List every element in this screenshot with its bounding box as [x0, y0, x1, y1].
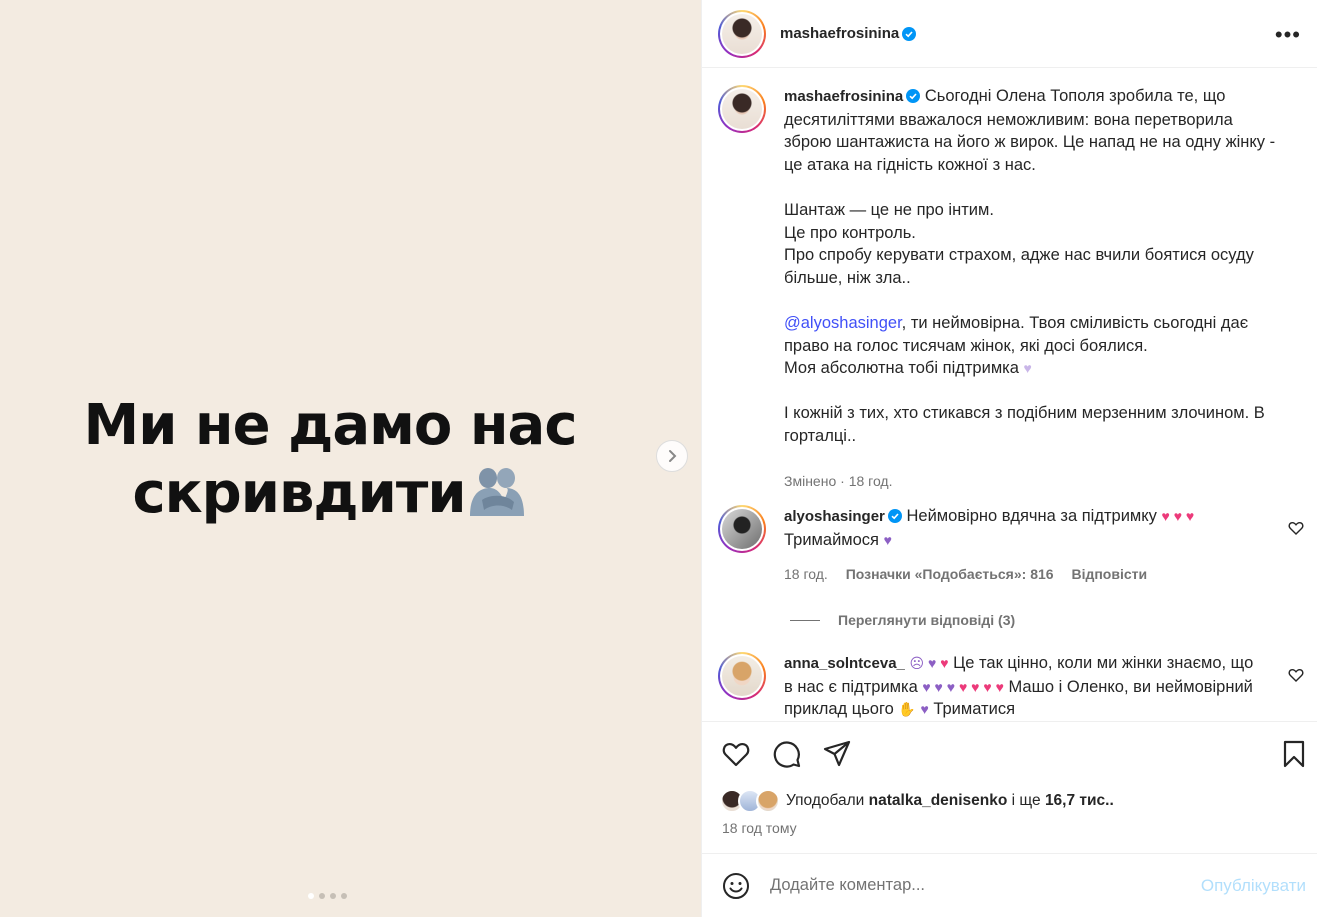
pray-emoji-icon: ✋: [898, 701, 916, 718]
heart-emoji-icons: ♥ ♥ ♥ ♥ ♥ ♥ ♥: [922, 678, 1004, 695]
edited-label: Змінено: [784, 473, 837, 490]
post-media[interactable]: Ми не дамо нас скривдити: [0, 0, 701, 917]
comment-icon[interactable]: [772, 739, 802, 769]
chevron-right-icon: [669, 450, 677, 462]
avatar[interactable]: [756, 789, 780, 813]
purple-heart-icon: ♥: [1023, 360, 1032, 377]
like-comment-icon[interactable]: [1288, 520, 1304, 536]
avatar[interactable]: [718, 85, 766, 133]
share-icon[interactable]: [822, 739, 852, 769]
likes-prefix: Уподобали: [786, 792, 865, 809]
media-line-1: Ми не дамо нас: [83, 393, 577, 458]
comment-text: Триматися: [933, 700, 1016, 719]
view-replies-button[interactable]: Переглянути відповіді (3): [790, 612, 1015, 628]
post-side-panel: mashaefrosinina ••• mashaefrosinina Сьог…: [701, 0, 1317, 917]
avatar[interactable]: [718, 652, 766, 700]
purple-heart-icon: ♥: [920, 701, 929, 718]
purple-heart-icon: ♥: [883, 531, 892, 548]
caption-line: Шантаж — це не про інтим.: [784, 200, 994, 219]
caption-text: Моя абсолютна тобі підтримка: [784, 359, 1019, 378]
comment-likes-link[interactable]: Позначки «Подобається»: 816: [846, 566, 1054, 582]
carousel-dot: [319, 893, 325, 899]
avatar[interactable]: [718, 505, 766, 553]
bookmark-icon[interactable]: [1279, 739, 1309, 769]
comment-username[interactable]: anna_solntceva_: [784, 655, 905, 672]
comments-scroll-area[interactable]: mashaefrosinina Сьогодні Олена Тополя зр…: [702, 69, 1317, 721]
pink-heart-icon: ♥ ♥ ♥: [1161, 508, 1195, 524]
caption-paragraph-4: І кожній з тих, хто стикався з подібним …: [784, 404, 1265, 445]
post-comment-button[interactable]: Опублікувати: [1201, 876, 1306, 896]
reply-button[interactable]: Відповісти: [1071, 566, 1147, 582]
comment-username[interactable]: alyoshasinger: [784, 508, 885, 525]
verified-badge-icon: [906, 89, 921, 103]
post-header: mashaefrosinina •••: [702, 0, 1317, 68]
like-comment-icon[interactable]: [1288, 667, 1304, 683]
likes-count[interactable]: 16,7 тис.: [1045, 792, 1110, 809]
mention-link[interactable]: @alyoshasinger: [784, 314, 902, 332]
media-text: Ми не дамо нас скривдити: [0, 392, 660, 528]
comment-text: Тримаймося: [784, 530, 879, 549]
media-line-2: скривдити: [132, 461, 466, 526]
verified-badge-icon: [902, 26, 917, 41]
header-username[interactable]: mashaefrosinina: [780, 25, 899, 42]
likes-summary: Уподобали natalka_denisenko і ще 16,7 ти…: [720, 789, 1114, 813]
likes-middle: і ще: [1011, 792, 1041, 809]
people-hugging-icon: [466, 466, 528, 518]
verified-badge-icon: [887, 509, 902, 523]
comment-input[interactable]: [770, 876, 1160, 895]
liker-username[interactable]: natalka_denisenko: [869, 792, 1008, 809]
comment-bar: Опублікувати: [702, 853, 1317, 917]
more-options-icon[interactable]: •••: [1275, 22, 1301, 48]
carousel-dot: [308, 893, 314, 899]
carousel-dots: [308, 893, 347, 899]
caption: mashaefrosinina Сьогодні Олена Тополя зр…: [718, 85, 1284, 493]
comment-item: alyoshasinger Неймовірно вдячна за підтр…: [718, 505, 1274, 586]
comment-item: anna_solntceva_ ☹ ♥ ♥ Це так цінно, коли…: [718, 652, 1254, 721]
comment-time: 18 год.: [784, 566, 828, 583]
emoji-icons: ☹ ♥ ♥: [909, 655, 949, 671]
caption-line: Це про контроль.: [784, 223, 916, 242]
like-icon[interactable]: [721, 739, 751, 769]
post-time[interactable]: 18 год тому: [722, 820, 797, 836]
caption-username[interactable]: mashaefrosinina: [784, 88, 903, 105]
comment-text: Неймовірно вдячна за підтримку: [906, 507, 1157, 525]
post-actions: [702, 721, 1317, 785]
caption-time: 18 год.: [848, 473, 893, 490]
view-replies-label: Переглянути відповіді (3): [838, 612, 1016, 628]
next-slide-button[interactable]: [656, 440, 688, 472]
caption-line: Про спробу керувати страхом, адже нас вч…: [784, 246, 1254, 287]
avatar[interactable]: [718, 9, 766, 58]
carousel-dot: [330, 893, 336, 899]
emoji-icon[interactable]: [722, 872, 750, 900]
carousel-dot: [341, 893, 347, 899]
